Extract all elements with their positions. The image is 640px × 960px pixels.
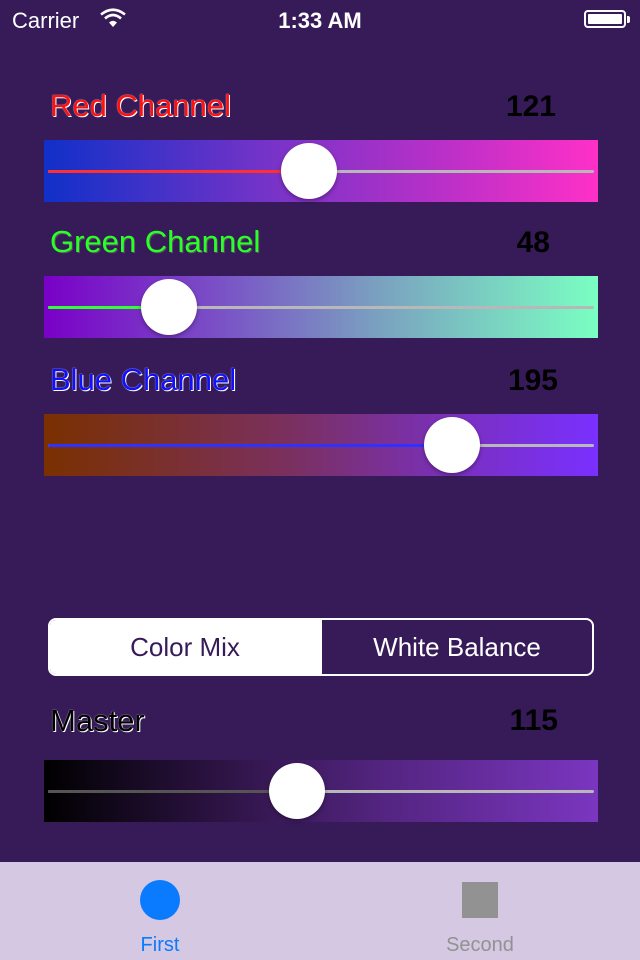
slider-track-fill (48, 444, 456, 447)
segment-color-mix[interactable]: Color Mix (50, 620, 320, 674)
red-channel-label: Red Channel (50, 88, 231, 123)
master-label: Master (50, 703, 145, 738)
square-icon (462, 882, 498, 918)
red-channel-value: 121 (505, 90, 556, 123)
tab-second-label: Second (446, 934, 514, 956)
blue-channel-slider[interactable] (44, 414, 598, 476)
slider-track (48, 444, 594, 447)
slider-thumb[interactable] (269, 763, 325, 819)
status-bar: Carrier 1:33 AM (0, 0, 640, 40)
master-value: 115 (509, 704, 558, 737)
status-time: 1:33 AM (278, 8, 362, 33)
green-channel-slider[interactable] (44, 276, 598, 338)
slider-track-fill (48, 170, 313, 173)
slider-thumb[interactable] (281, 143, 337, 199)
blue-channel-value: 195 (507, 364, 558, 397)
green-channel-label: Green Channel (50, 224, 261, 259)
slider-track-fill (48, 790, 296, 793)
circle-icon (140, 880, 180, 920)
tab-second[interactable]: Second (320, 862, 640, 960)
red-channel-slider[interactable] (44, 140, 598, 202)
tab-first-label: First (140, 934, 180, 956)
mode-segmented-control: Color Mix White Balance (48, 618, 594, 676)
tab-bar: First Second (0, 862, 640, 960)
slider-track (48, 306, 594, 309)
green-channel-value: 48 (516, 226, 550, 259)
blue-channel-label: Blue Channel (50, 362, 237, 397)
segment-white-balance[interactable]: White Balance (320, 620, 592, 674)
tab-first[interactable]: First (0, 862, 320, 960)
battery-icon (584, 10, 630, 28)
master-slider[interactable] (44, 760, 598, 822)
slider-thumb[interactable] (424, 417, 480, 473)
slider-thumb[interactable] (141, 279, 197, 335)
